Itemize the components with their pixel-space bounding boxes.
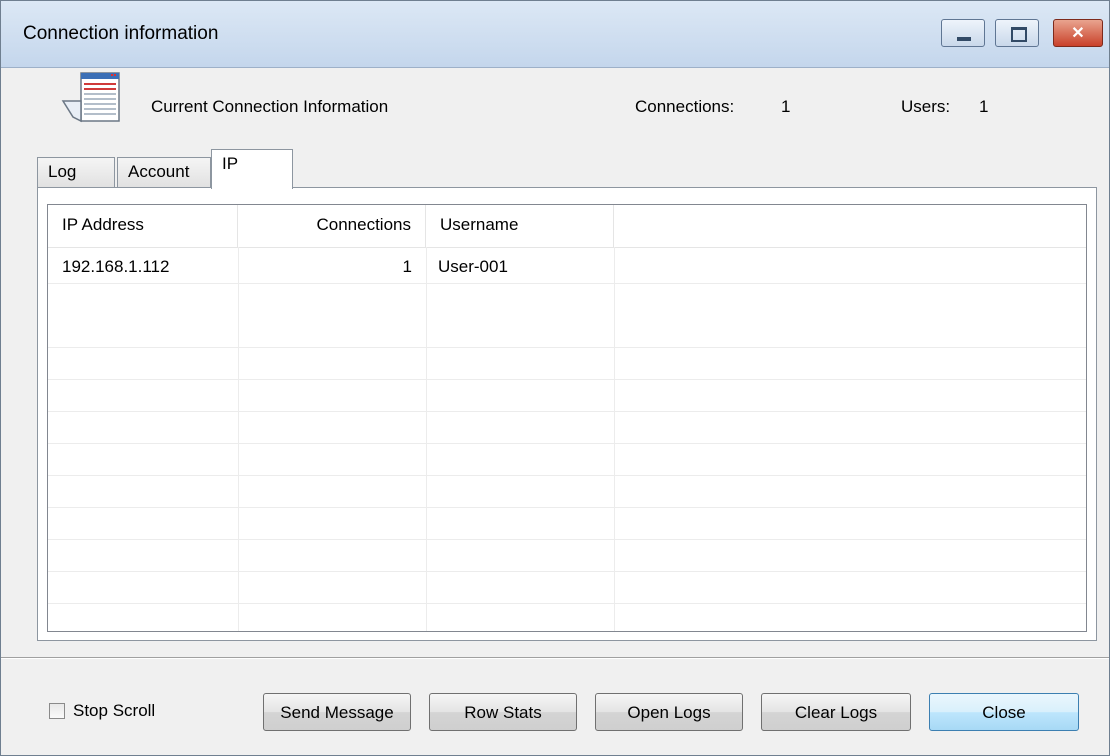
tab-account[interactable]: Account <box>117 157 211 187</box>
tab-log[interactable]: Log <box>37 157 115 187</box>
row-divider <box>48 507 1086 508</box>
column-divider <box>614 247 615 631</box>
row-divider <box>48 603 1086 604</box>
column-divider <box>238 247 239 631</box>
connections-label: Connections: <box>635 97 735 116</box>
column-divider <box>426 247 427 631</box>
open-logs-button[interactable]: Open Logs <box>595 693 743 731</box>
cell-ip-address: 192.168.1.112 <box>62 257 170 276</box>
tab-ip-label: IP <box>222 154 239 173</box>
column-header-empty <box>614 205 1086 247</box>
row-divider <box>48 379 1086 380</box>
tab-account-label: Account <box>128 162 190 181</box>
tab-ip[interactable]: IP <box>211 149 293 189</box>
footer-divider <box>1 657 1109 659</box>
close-window-button[interactable]: ✕ <box>1053 19 1103 47</box>
column-header-username[interactable]: Username <box>426 205 614 247</box>
maximize-icon <box>1011 27 1027 42</box>
connection-info-window: Connection information ✕ Current Connect… <box>0 0 1110 756</box>
row-divider <box>48 283 1086 284</box>
minimize-button[interactable] <box>941 19 985 47</box>
clear-logs-button[interactable]: Clear Logs <box>761 693 911 731</box>
row-divider <box>48 571 1086 572</box>
row-divider <box>48 347 1086 348</box>
users-count: 1 <box>979 97 989 116</box>
close-button[interactable]: Close <box>929 693 1079 731</box>
cell-username: User-001 <box>438 257 508 276</box>
close-icon: ✕ <box>1071 25 1085 42</box>
send-message-button[interactable]: Send Message <box>263 693 411 731</box>
checkbox-box[interactable] <box>49 703 65 719</box>
tab-log-label: Log <box>48 162 77 181</box>
ip-connections-list[interactable]: IP Address Connections Username 192.168.… <box>47 204 1087 632</box>
window-title: Connection information <box>23 23 219 44</box>
row-divider <box>48 443 1086 444</box>
list-header: IP Address Connections Username <box>48 205 1086 248</box>
stop-scroll-label: Stop Scroll <box>73 701 156 720</box>
connections-count: 1 <box>781 97 791 116</box>
column-header-connections[interactable]: Connections <box>238 205 426 247</box>
row-stats-button[interactable]: Row Stats <box>429 693 577 731</box>
row-divider <box>48 411 1086 412</box>
users-label: Users: <box>901 97 951 116</box>
connection-info-icon <box>61 72 120 123</box>
cell-connections: 1 <box>402 257 412 276</box>
header-title: Current Connection Information <box>151 97 389 116</box>
minimize-icon <box>957 37 971 41</box>
title-bar[interactable]: Connection information ✕ <box>1 1 1109 68</box>
maximize-button[interactable] <box>995 19 1039 47</box>
tab-panel-ip: IP Address Connections Username 192.168.… <box>37 187 1097 641</box>
column-header-ip-address[interactable]: IP Address <box>48 205 238 247</box>
row-divider <box>48 475 1086 476</box>
row-divider <box>48 539 1086 540</box>
